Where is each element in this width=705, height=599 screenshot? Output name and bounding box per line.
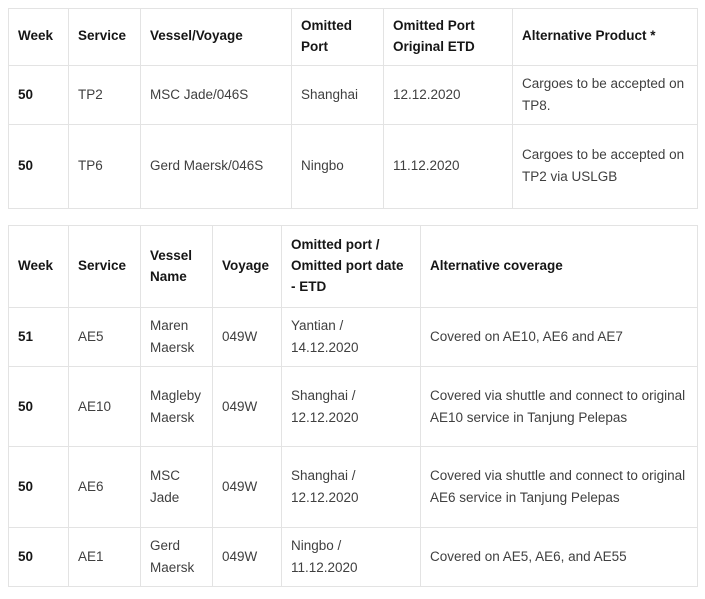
cell-omitted-port: Ningbo — [291, 123, 384, 209]
cell-alternative-coverage: Covered on AE10, AE6 and AE7 — [420, 307, 698, 367]
cell-service: AE1 — [68, 527, 141, 587]
cell-vessel-voyage: Gerd Maersk/046S — [140, 123, 292, 209]
column-header-week: Week — [8, 8, 69, 66]
cell-omitted-port-date: Shanghai / 12.12.2020 — [281, 366, 421, 447]
cell-week: 51 — [8, 307, 69, 367]
cell-vessel-voyage: MSC Jade/046S — [140, 64, 292, 125]
table-row: 50 AE10 Magleby Maersk 049W Shanghai / 1… — [8, 366, 698, 447]
table-row: 50 TP6 Gerd Maersk/046S Ningbo 11.12.202… — [8, 123, 698, 209]
table-2-header: Week Service Vessel Name Voyage Omitted … — [8, 225, 698, 308]
table-header-row: Week Service Vessel/Voyage Omitted Port … — [8, 8, 698, 66]
cell-omitted-port-date: Ningbo / 11.12.2020 — [281, 527, 421, 587]
cell-voyage: 049W — [212, 446, 282, 528]
column-header-voyage: Voyage — [212, 225, 282, 308]
cell-service: TP2 — [68, 64, 141, 125]
cell-omitted-port: Shanghai — [291, 64, 384, 125]
cell-vessel-name: Gerd Maersk — [140, 527, 213, 587]
omitted-port-table-2: Week Service Vessel Name Voyage Omitted … — [8, 225, 698, 587]
cell-voyage: 049W — [212, 366, 282, 447]
cell-alternative-coverage: Covered on AE5, AE6, and AE55 — [420, 527, 698, 587]
table-row: 50 AE6 MSC Jade 049W Shanghai / 12.12.20… — [8, 446, 698, 528]
cell-week: 50 — [8, 446, 69, 528]
cell-service: AE6 — [68, 446, 141, 528]
table-row: 51 AE5 Maren Maersk 049W Yantian / 14.12… — [8, 307, 698, 367]
cell-omitted-port-date: Shanghai / 12.12.2020 — [281, 446, 421, 528]
column-header-week: Week — [8, 225, 69, 308]
table-row: 50 TP2 MSC Jade/046S Shanghai 12.12.2020… — [8, 64, 698, 125]
table-header-row: Week Service Vessel Name Voyage Omitted … — [8, 225, 698, 308]
cell-omitted-port-date: Yantian / 14.12.2020 — [281, 307, 421, 367]
column-header-omitted-port-date: Omitted port / Omitted port date - ETD — [281, 225, 421, 308]
column-header-alternative-product: Alternative Product * — [512, 8, 698, 66]
table-row: 50 AE1 Gerd Maersk 049W Ningbo / 11.12.2… — [8, 527, 698, 587]
cell-alternative-product: Cargoes to be accepted on TP8. — [512, 64, 698, 125]
column-header-vessel-name: Vessel Name — [140, 225, 213, 308]
table-2-body: 51 AE5 Maren Maersk 049W Yantian / 14.12… — [8, 307, 698, 587]
column-header-vessel-voyage: Vessel/Voyage — [140, 8, 292, 66]
cell-week: 50 — [8, 366, 69, 447]
cell-alternative-coverage: Covered via shuttle and connect to origi… — [420, 446, 698, 528]
column-header-alternative-coverage: Alternative coverage — [420, 225, 698, 308]
cell-vessel-name: MSC Jade — [140, 446, 213, 528]
column-header-omitted-port: Omitted Port — [291, 8, 384, 66]
cell-omitted-port-original-etd: 11.12.2020 — [383, 123, 513, 209]
cell-vessel-name: Magleby Maersk — [140, 366, 213, 447]
cell-service: AE5 — [68, 307, 141, 367]
cell-week: 50 — [8, 527, 69, 587]
cell-service: TP6 — [68, 123, 141, 209]
column-header-service: Service — [68, 8, 141, 66]
table-1-body: 50 TP2 MSC Jade/046S Shanghai 12.12.2020… — [8, 64, 698, 209]
cell-week: 50 — [8, 64, 69, 125]
column-header-service: Service — [68, 225, 141, 308]
omitted-port-table-1-container: Week Service Vessel/Voyage Omitted Port … — [8, 8, 698, 209]
cell-alternative-coverage: Covered via shuttle and connect to origi… — [420, 366, 698, 447]
cell-omitted-port-original-etd: 12.12.2020 — [383, 64, 513, 125]
cell-vessel-name: Maren Maersk — [140, 307, 213, 367]
omitted-port-table-2-container: Week Service Vessel Name Voyage Omitted … — [8, 225, 698, 587]
column-header-omitted-port-original-etd: Omitted Port Original ETD — [383, 8, 513, 66]
cell-week: 50 — [8, 123, 69, 209]
cell-voyage: 049W — [212, 307, 282, 367]
table-1-header: Week Service Vessel/Voyage Omitted Port … — [8, 8, 698, 66]
omitted-port-table-1: Week Service Vessel/Voyage Omitted Port … — [8, 8, 698, 209]
cell-service: AE10 — [68, 366, 141, 447]
cell-voyage: 049W — [212, 527, 282, 587]
page-root: Week Service Vessel/Voyage Omitted Port … — [0, 0, 705, 599]
cell-alternative-product: Cargoes to be accepted on TP2 via USLGB — [512, 123, 698, 209]
